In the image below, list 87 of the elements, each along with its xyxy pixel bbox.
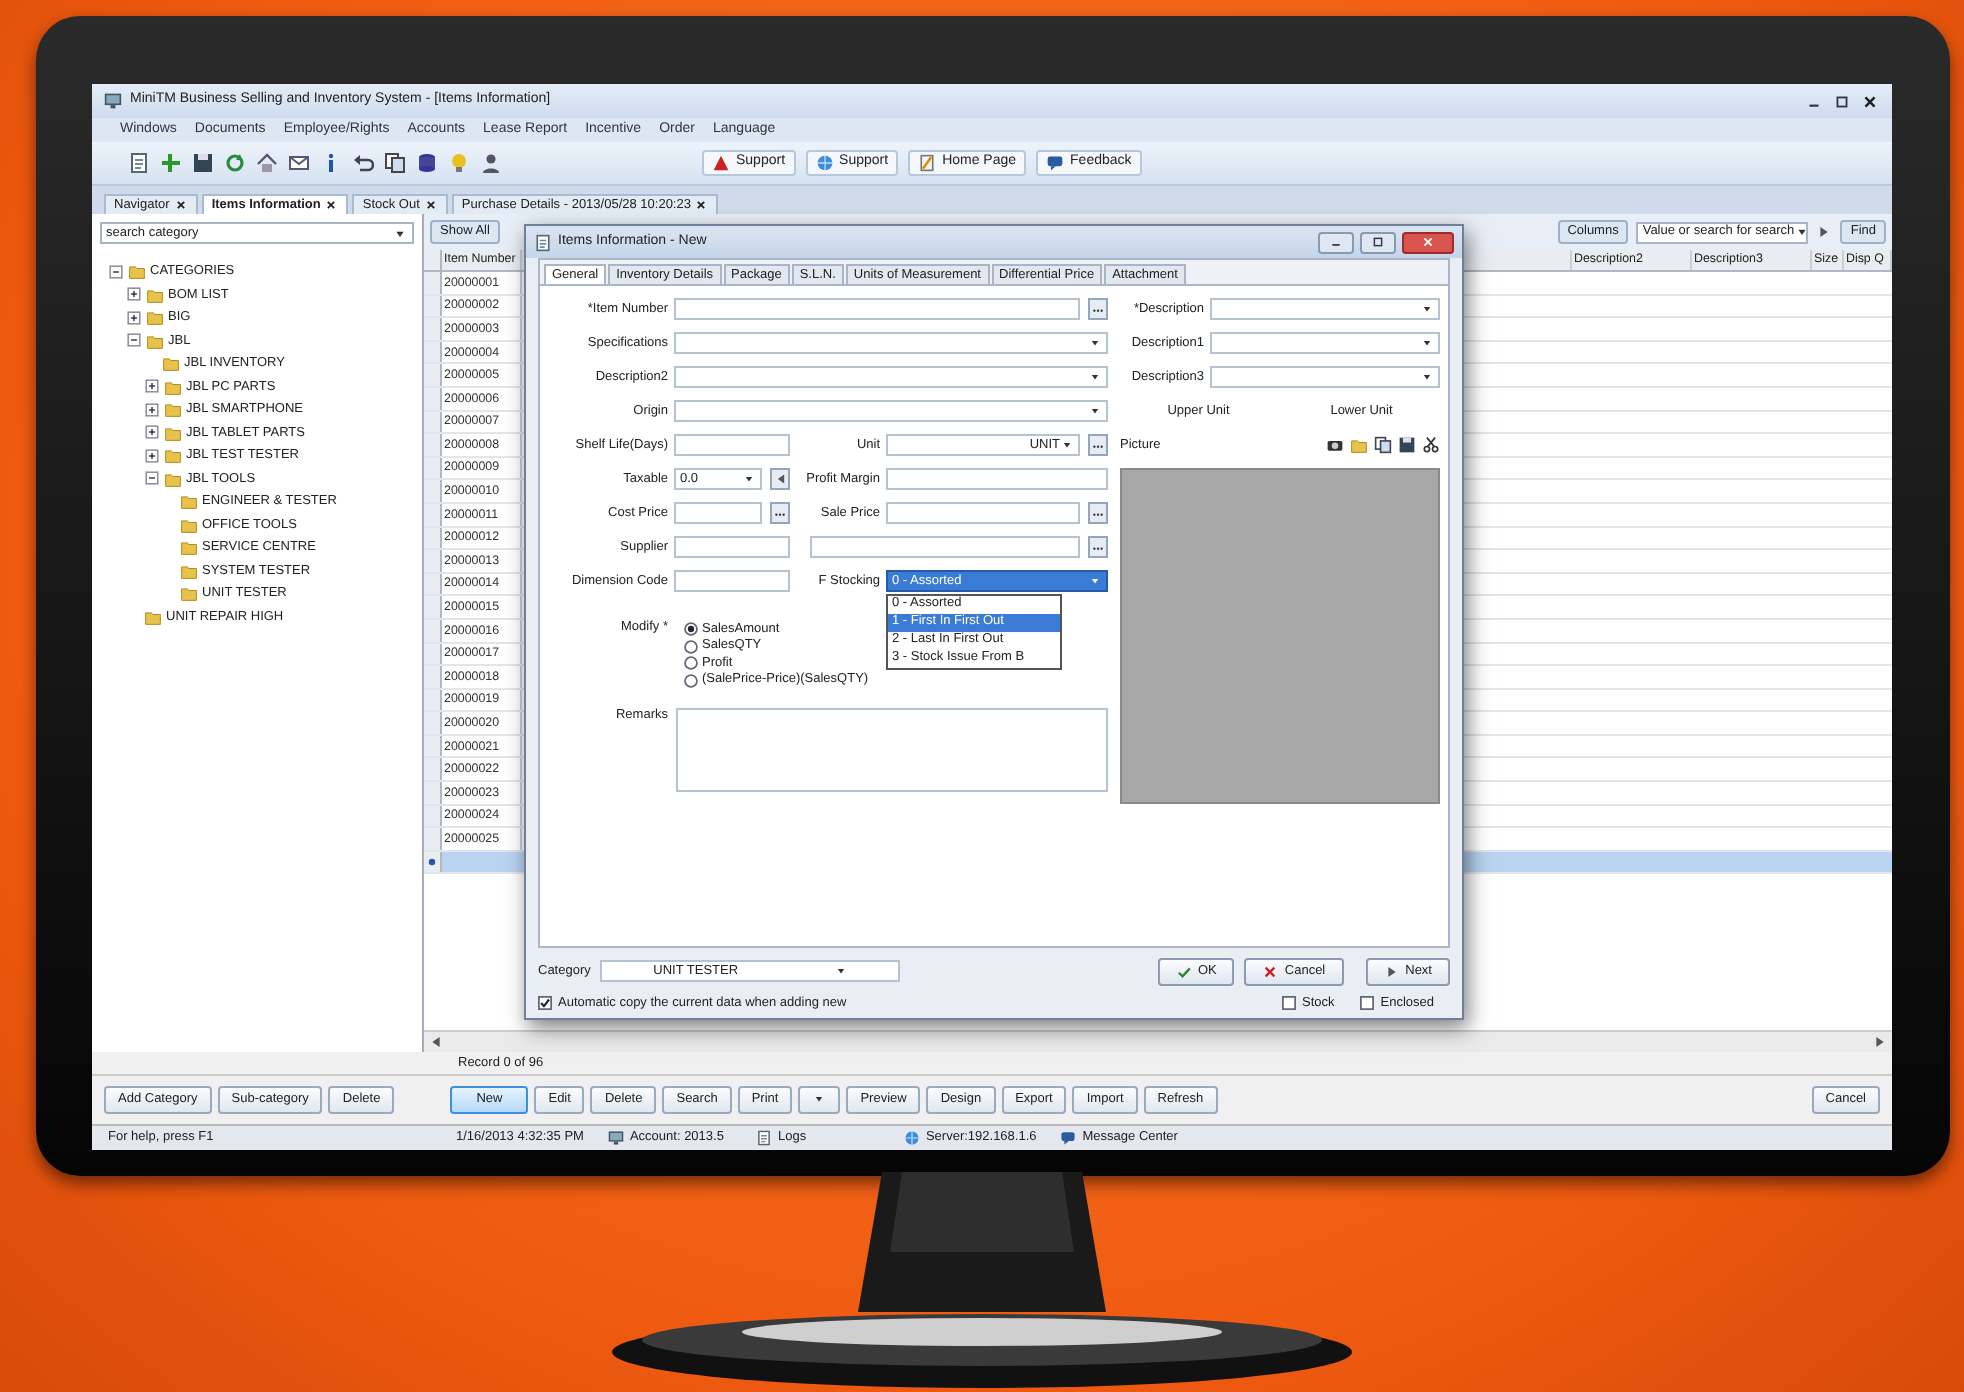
- input-field[interactable]: [674, 434, 790, 457]
- expand-icon[interactable]: [126, 286, 142, 303]
- lookup-button[interactable]: [1088, 298, 1108, 321]
- close-icon: [1420, 234, 1436, 250]
- app-icon: [104, 92, 122, 110]
- database-icon[interactable]: [416, 152, 438, 174]
- caret-icon: [1420, 302, 1434, 317]
- globe-icon: [903, 1130, 920, 1146]
- input-field[interactable]: [810, 536, 1080, 559]
- person-icon[interactable]: [480, 152, 502, 174]
- expand-icon[interactable]: [144, 378, 160, 395]
- expand-icon[interactable]: [144, 424, 160, 441]
- caret-icon: [1088, 336, 1102, 351]
- home-icon[interactable]: [256, 152, 278, 174]
- close-button[interactable]: [1402, 231, 1454, 253]
- maximize-icon[interactable]: [1832, 91, 1852, 111]
- expand-icon[interactable]: [126, 309, 142, 326]
- close-icon[interactable]: [1860, 91, 1880, 111]
- plus-icon[interactable]: [160, 152, 182, 174]
- caret-icon: [1420, 370, 1434, 385]
- document-icon: [755, 1130, 772, 1146]
- radio-button[interactable]: [684, 673, 698, 688]
- close-icon[interactable]: [423, 197, 438, 212]
- arrow-icon: [773, 472, 787, 487]
- caret-icon: [1420, 336, 1434, 351]
- close-icon[interactable]: [324, 197, 339, 212]
- input-field[interactable]: [674, 502, 762, 525]
- undo-icon[interactable]: [352, 152, 374, 174]
- chat-icon: [1046, 154, 1065, 172]
- lookup-button[interactable]: [1088, 434, 1108, 457]
- checkbox[interactable]: [1281, 995, 1296, 1010]
- triangle-icon: [712, 154, 730, 172]
- row-pointer-icon: [426, 856, 438, 869]
- copy-icon[interactable]: [1374, 436, 1392, 455]
- collapse-icon[interactable]: [108, 263, 124, 280]
- copy-icon[interactable]: [384, 152, 406, 174]
- radio-button[interactable]: [684, 639, 698, 654]
- collapse-icon[interactable]: [144, 470, 160, 487]
- check-icon: [1175, 963, 1192, 980]
- camera-icon[interactable]: [1326, 436, 1344, 455]
- chat-icon: [1060, 1130, 1077, 1146]
- row-header[interactable]: [424, 851, 442, 873]
- expand-icon[interactable]: [144, 401, 160, 418]
- monitor-icon: [607, 1130, 624, 1146]
- dialog-icon: [534, 233, 552, 251]
- close-icon[interactable]: [694, 197, 709, 212]
- spin-button[interactable]: [770, 468, 790, 491]
- caret-icon: [1088, 370, 1102, 385]
- arrow-icon: [1383, 963, 1400, 980]
- close-icon[interactable]: [173, 197, 188, 212]
- caret-icon: [1794, 224, 1811, 240]
- maximize-icon: [1370, 234, 1386, 250]
- radio-button[interactable]: [684, 622, 698, 637]
- checkbox[interactable]: [538, 995, 552, 1010]
- input-field[interactable]: [886, 468, 1108, 491]
- lookup-button[interactable]: [1088, 536, 1108, 559]
- maximize-button[interactable]: [1360, 231, 1396, 253]
- mail-icon[interactable]: [288, 152, 310, 174]
- refresh-icon[interactable]: [224, 152, 246, 174]
- cross-icon: [1262, 963, 1279, 980]
- caret-icon: [1088, 404, 1102, 419]
- input-field[interactable]: [674, 536, 790, 559]
- caret-icon: [742, 472, 756, 487]
- caret-icon: [812, 1092, 827, 1107]
- input-field[interactable]: [886, 502, 1080, 525]
- caret-icon: [834, 964, 849, 979]
- caret-icon: [1060, 438, 1074, 453]
- scroll-left-icon[interactable]: [428, 1034, 444, 1050]
- save-icon[interactable]: [192, 152, 214, 174]
- checkbox[interactable]: [1360, 995, 1375, 1010]
- lookup-button[interactable]: [770, 502, 790, 525]
- lookup-button[interactable]: [1088, 502, 1108, 525]
- scroll-right-icon[interactable]: [1872, 1034, 1888, 1050]
- input-field[interactable]: [674, 570, 790, 593]
- save-icon[interactable]: [1398, 436, 1416, 455]
- arrow-icon[interactable]: [1816, 224, 1833, 240]
- remarks-field[interactable]: [676, 708, 1108, 793]
- document-icon[interactable]: [128, 152, 150, 174]
- expand-icon[interactable]: [144, 447, 160, 464]
- page-icon: [918, 154, 937, 172]
- radio-button[interactable]: [684, 656, 698, 671]
- scissors-icon[interactable]: [1422, 436, 1440, 455]
- globe-icon: [815, 154, 834, 172]
- caret-icon: [1088, 574, 1102, 589]
- bulb-icon[interactable]: [448, 152, 470, 174]
- collapse-icon[interactable]: [126, 332, 142, 349]
- input-field[interactable]: [674, 298, 1080, 321]
